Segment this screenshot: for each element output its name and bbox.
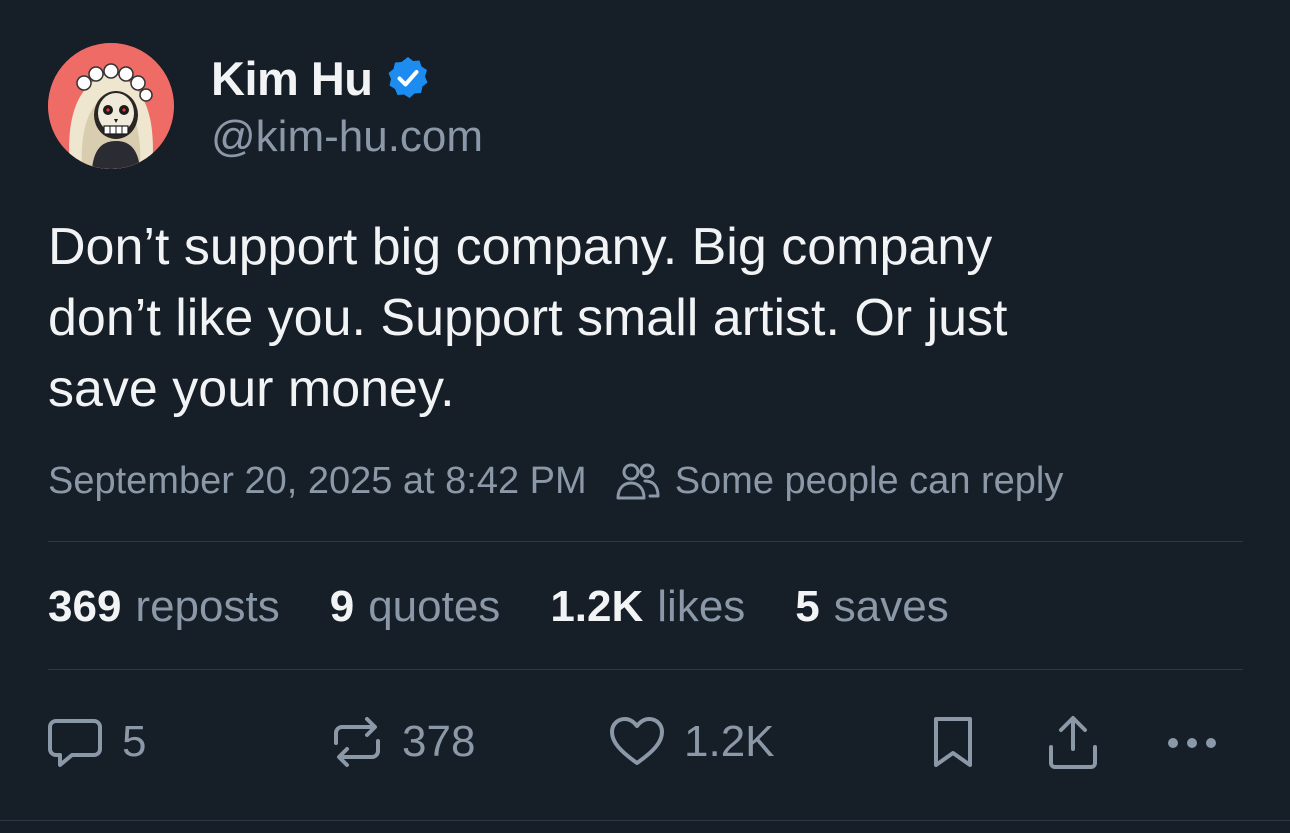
divider (48, 669, 1243, 670)
bookmark-button[interactable] (928, 712, 978, 772)
reply-scope-label: Some people can reply (674, 459, 1064, 502)
bookmark-icon (934, 717, 972, 767)
post: Kim Hu @kim-hu.com Don’t support big com… (0, 0, 1290, 833)
count-value: 5 (795, 582, 820, 631)
author-info: Kim Hu @kim-hu.com (211, 50, 483, 162)
people-icon (616, 463, 660, 500)
share-icon (1049, 716, 1097, 769)
heart-icon (610, 717, 664, 765)
skull-avatar-icon (48, 43, 174, 169)
count-value: 369 (48, 582, 122, 631)
repost-icon (334, 717, 380, 767)
reply-scope[interactable]: Some people can reply (615, 459, 1064, 503)
author-display-name[interactable]: Kim Hu (211, 51, 373, 106)
count-label: quotes (368, 582, 501, 631)
more-dots-icon (1168, 738, 1216, 748)
divider (48, 541, 1243, 542)
post-timestamp[interactable]: September 20, 2025 at 8:42 PM (48, 460, 587, 503)
more-options-button[interactable] (1164, 712, 1224, 772)
repost-count: 378 (402, 717, 476, 766)
name-row: Kim Hu (211, 50, 483, 106)
verified-check-icon (385, 55, 431, 101)
likes-count[interactable]: 1.2K likes (550, 582, 745, 632)
divider (0, 820, 1290, 821)
like-button[interactable]: 1.2K (608, 712, 775, 772)
like-count: 1.2K (684, 717, 775, 766)
count-value: 9 (329, 582, 355, 631)
author-handle[interactable]: @kim-hu.com (211, 112, 483, 162)
reply-bubble-icon (48, 719, 102, 767)
repost-button[interactable]: 378 (330, 712, 475, 772)
share-button[interactable] (1046, 712, 1100, 772)
post-meta: September 20, 2025 at 8:42 PM Some peopl… (48, 456, 1063, 506)
reply-button[interactable]: 5 (46, 712, 146, 772)
count-value: 1.2K (550, 582, 644, 631)
count-label: saves (833, 582, 949, 631)
post-text: Don’t support big company. Big company d… (48, 218, 1008, 418)
saves-count[interactable]: 5 saves (795, 582, 948, 632)
count-label: reposts (135, 582, 280, 631)
count-label: likes (657, 582, 746, 631)
reposts-count[interactable]: 369 reposts (48, 582, 280, 632)
author-avatar[interactable] (48, 43, 174, 169)
quotes-count[interactable]: 9 quotes (330, 582, 501, 632)
engagement-counts: 369 reposts 9 quotes 1.2K likes 5 saves (48, 578, 999, 636)
reply-count: 5 (122, 717, 147, 766)
